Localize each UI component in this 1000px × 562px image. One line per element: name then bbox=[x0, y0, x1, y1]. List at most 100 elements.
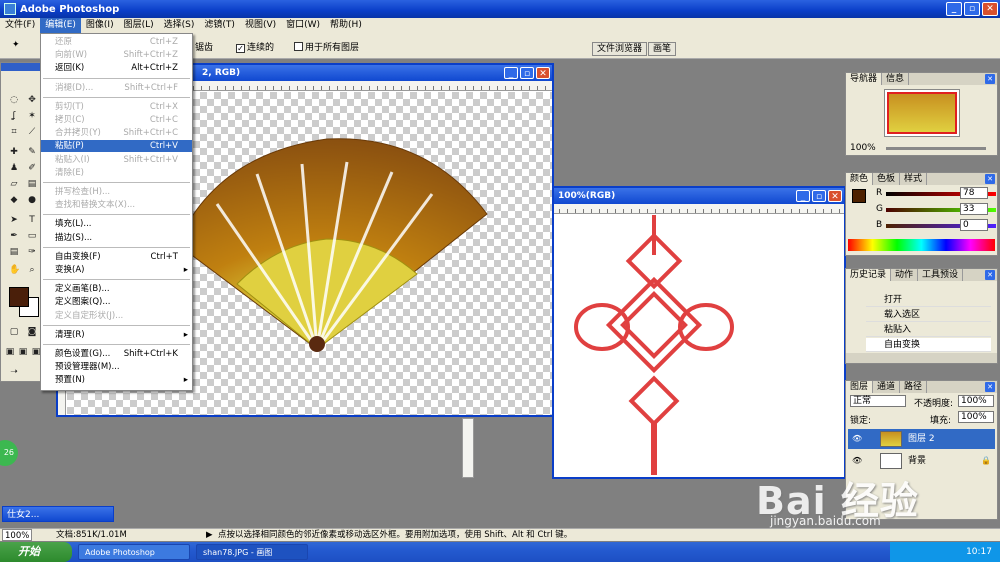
all-layers-checkbox[interactable]: 用于所有图层 bbox=[294, 40, 359, 53]
layer-row[interactable]: 👁 图层 2 bbox=[848, 429, 995, 449]
clock[interactable]: 10:17 bbox=[966, 547, 992, 557]
brush-tool-icon[interactable]: ✎ bbox=[27, 147, 37, 157]
doc-close-button[interactable]: ✕ bbox=[536, 67, 550, 79]
lasso-tool-icon[interactable]: ʆ bbox=[9, 111, 19, 121]
menu-6[interactable]: 视图(V) bbox=[240, 18, 281, 33]
screen-mode-1-icon[interactable]: ▣ bbox=[5, 347, 15, 357]
red-value[interactable]: 78 bbox=[960, 187, 988, 199]
edit-menu-item[interactable]: 预设管理器(M)... bbox=[41, 361, 192, 373]
edit-menu-item[interactable]: 粘贴(P) Ctrl+V bbox=[41, 140, 192, 153]
history-item[interactable]: 载入选区 bbox=[866, 308, 991, 322]
jump-to-imageready-icon[interactable]: ➝ bbox=[9, 367, 19, 377]
play-arrow-icon[interactable]: ▶ bbox=[206, 529, 213, 541]
layer-row[interactable]: 👁 背景 🔒 bbox=[848, 451, 995, 471]
path-select-icon[interactable]: ➤ bbox=[9, 215, 19, 225]
panel-tab[interactable]: 工具预设 bbox=[918, 269, 964, 281]
edit-menu-item[interactable]: 预置(N) ▸ bbox=[41, 374, 192, 386]
color-spectrum-bar[interactable] bbox=[848, 239, 995, 251]
healing-tool-icon[interactable]: ✚ bbox=[9, 147, 19, 157]
brushes-tab[interactable]: 画笔 bbox=[648, 42, 677, 56]
eyedropper-tool-icon[interactable]: ✑ bbox=[27, 247, 37, 257]
history-item[interactable]: 粘贴入 bbox=[866, 323, 991, 337]
hand-tool-icon[interactable]: ✋ bbox=[9, 265, 20, 275]
panel-tab[interactable]: 样式 bbox=[900, 173, 928, 185]
screen-mode-2-icon[interactable]: ▣ bbox=[18, 347, 28, 357]
edit-menu-item[interactable]: 描边(S)... bbox=[41, 232, 192, 244]
edit-menu-item[interactable]: 清理(R) ▸ bbox=[41, 329, 192, 341]
menu-0[interactable]: 文件(F) bbox=[0, 18, 40, 33]
visibility-eye-icon[interactable]: 👁 bbox=[852, 451, 862, 471]
menu-2[interactable]: 图像(I) bbox=[81, 18, 119, 33]
edit-menu-item[interactable]: 粘贴入(I) Shift+Ctrl+V bbox=[41, 154, 192, 166]
crop-tool-icon[interactable]: ⌗ bbox=[9, 127, 19, 137]
menu-5[interactable]: 滤镜(T) bbox=[199, 18, 240, 33]
type-tool-icon[interactable]: T bbox=[27, 215, 37, 225]
blur-tool-icon[interactable]: ◆ bbox=[9, 195, 19, 205]
edit-menu-item[interactable]: 定义画笔(B)... bbox=[41, 283, 192, 295]
document-window-knot[interactable]: 100%(RGB) _ ▫ ✕ bbox=[552, 186, 846, 479]
restore-button[interactable]: ▫ bbox=[964, 2, 980, 16]
magic-wand-tool-icon[interactable]: ✶ bbox=[27, 111, 37, 121]
blue-value[interactable]: 0 bbox=[960, 219, 988, 231]
task-photoshop[interactable]: Adobe Photoshop bbox=[78, 544, 190, 560]
edit-menu-item[interactable]: 还原 Ctrl+Z bbox=[41, 36, 192, 48]
shape-tool-icon[interactable]: ▭ bbox=[27, 231, 37, 241]
doc2-close-button[interactable]: ✕ bbox=[828, 190, 842, 202]
fill-field[interactable]: 100% bbox=[958, 411, 994, 423]
close-button[interactable]: ✕ bbox=[982, 2, 998, 16]
doc-minimize-button[interactable]: _ bbox=[504, 67, 518, 79]
blend-mode-select[interactable]: 正常 bbox=[850, 395, 906, 407]
menu-4[interactable]: 选择(S) bbox=[159, 18, 200, 33]
file-browser-tab[interactable]: 文件浏览器 bbox=[592, 42, 648, 56]
edit-menu-item[interactable]: 剪切(T) Ctrl+X bbox=[41, 101, 192, 113]
panel-tab[interactable]: 历史记录 bbox=[846, 269, 892, 281]
side-badge[interactable]: 26 bbox=[0, 440, 18, 466]
panel-tab[interactable]: 信息 bbox=[882, 73, 910, 85]
edit-menu-item[interactable]: 定义自定形状(J)... bbox=[41, 310, 192, 322]
green-value[interactable]: 33 bbox=[960, 203, 988, 215]
panel-tab[interactable]: 通道 bbox=[873, 381, 901, 393]
menu-1[interactable]: 编辑(E) bbox=[40, 18, 81, 33]
history-item[interactable]: 打开 bbox=[866, 293, 991, 307]
panel-tab[interactable]: 颜色 bbox=[846, 173, 874, 185]
knot-canvas[interactable] bbox=[554, 215, 844, 477]
menu-7[interactable]: 窗口(W) bbox=[281, 18, 325, 33]
edit-menu-item[interactable]: 拷贝(C) Ctrl+C bbox=[41, 114, 192, 126]
history-close-icon[interactable]: ✕ bbox=[985, 270, 995, 280]
panel-tab[interactable]: 图层 bbox=[846, 381, 874, 393]
standard-mode-icon[interactable]: ▢ bbox=[9, 327, 19, 337]
edit-menu-item[interactable]: 定义图案(Q)... bbox=[41, 296, 192, 308]
gradient-tool-icon[interactable]: ▤ bbox=[27, 179, 37, 189]
doc2-maximize-button[interactable]: ▫ bbox=[812, 190, 826, 202]
marquee-tool-icon[interactable]: ◌ bbox=[9, 95, 19, 105]
navigator-thumbnail[interactable] bbox=[884, 89, 960, 137]
start-button[interactable]: 开始 bbox=[0, 542, 72, 562]
navigator-zoom-slider[interactable] bbox=[886, 147, 986, 150]
magic-wand-icon[interactable]: ✦ bbox=[12, 40, 20, 50]
edit-menu-item[interactable]: 填充(L)... bbox=[41, 218, 192, 230]
eraser-tool-icon[interactable]: ▱ bbox=[9, 179, 19, 189]
visibility-eye-icon[interactable]: 👁 bbox=[852, 429, 862, 449]
stamp-tool-icon[interactable]: ♟ bbox=[9, 163, 19, 173]
slice-tool-icon[interactable]: ⟋ bbox=[27, 127, 37, 137]
edit-menu-item[interactable]: 清除(E) bbox=[41, 167, 192, 179]
edit-menu-item[interactable]: 自由变换(F) Ctrl+T bbox=[41, 251, 192, 263]
edit-menu-item[interactable]: 合并拷贝(Y) Shift+Ctrl+C bbox=[41, 127, 192, 139]
edit-menu-item[interactable]: 拼写检查(H)... bbox=[41, 186, 192, 198]
doc-maximize-button[interactable]: ▫ bbox=[520, 67, 534, 79]
foreground-color-swatch[interactable] bbox=[9, 287, 29, 307]
notes-tool-icon[interactable]: ▤ bbox=[9, 247, 19, 257]
edit-menu-item[interactable]: 消褪(D)... Shift+Ctrl+F bbox=[41, 82, 192, 94]
opacity-field[interactable]: 100% bbox=[958, 395, 994, 407]
edit-menu-item[interactable]: 向前(W) Shift+Ctrl+Z bbox=[41, 49, 192, 61]
history-item[interactable]: 自由变换 bbox=[866, 338, 991, 352]
menu-3[interactable]: 图层(L) bbox=[119, 18, 159, 33]
edit-menu-item[interactable]: 变换(A) ▸ bbox=[41, 264, 192, 276]
doc2-minimize-button[interactable]: _ bbox=[796, 190, 810, 202]
pen-tool-icon[interactable]: ✒ bbox=[9, 231, 19, 241]
dodge-tool-icon[interactable]: ● bbox=[27, 195, 37, 205]
zoom-tool-icon[interactable]: ⌕ bbox=[27, 265, 37, 275]
menu-8[interactable]: 帮助(H) bbox=[325, 18, 367, 33]
move-tool-icon[interactable]: ✥ bbox=[27, 95, 37, 105]
panel-tab[interactable]: 导航器 bbox=[846, 73, 883, 85]
